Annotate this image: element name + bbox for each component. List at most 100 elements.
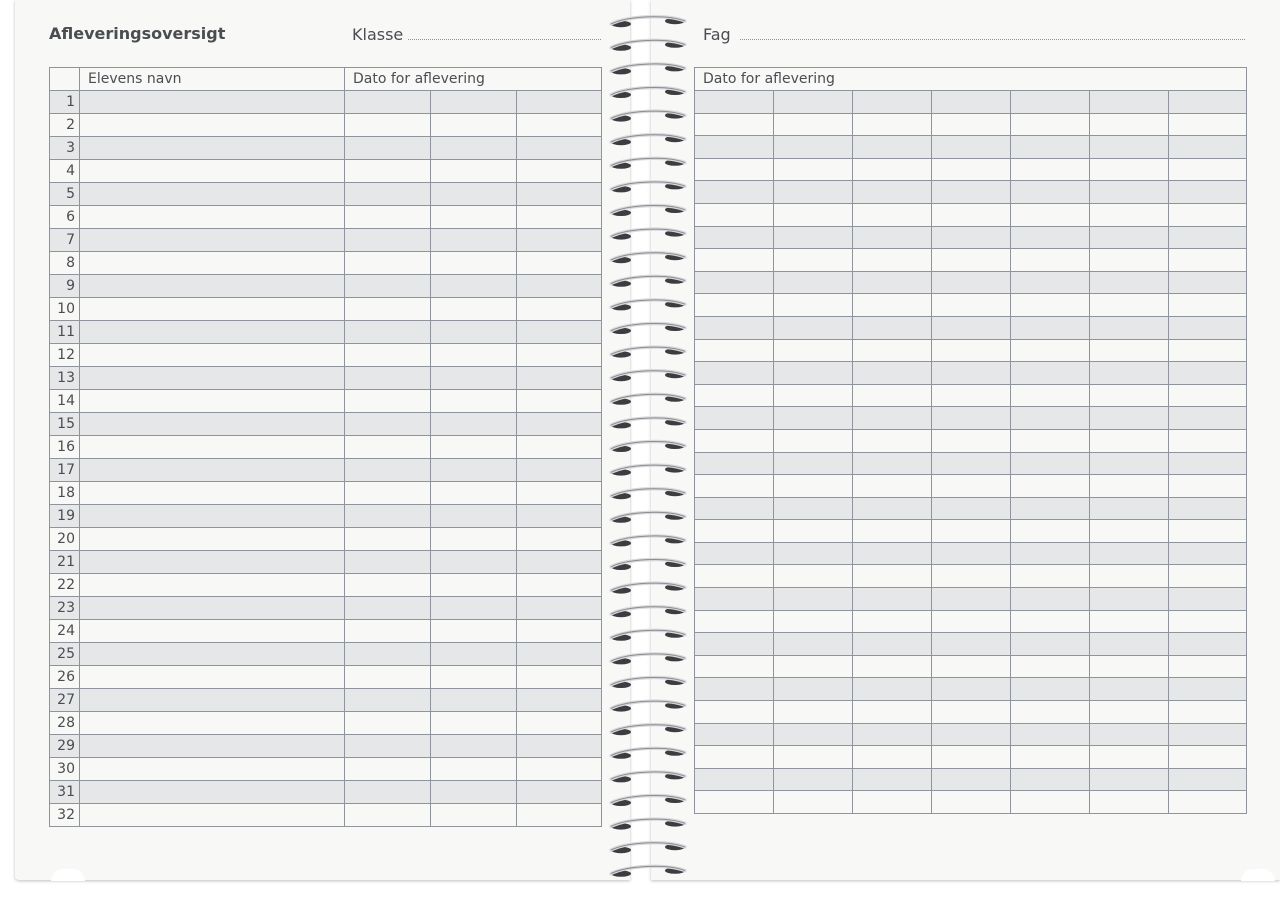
date-cell[interactable] [430,688,517,712]
date-cell[interactable] [852,632,932,656]
class-field[interactable] [408,39,601,40]
date-cell[interactable] [931,383,1011,408]
date-cell[interactable] [852,90,932,114]
date-cell[interactable] [694,541,774,566]
date-cell[interactable] [1167,225,1248,250]
date-cell[interactable] [1167,790,1248,814]
date-cell[interactable] [1089,700,1169,724]
date-cell[interactable] [931,451,1011,476]
student-name-cell[interactable] [79,619,345,643]
date-cell[interactable] [430,136,517,160]
date-cell[interactable] [1089,112,1169,137]
date-cell[interactable] [852,587,932,611]
date-cell[interactable] [1167,745,1248,769]
date-cell[interactable] [1089,270,1169,295]
date-cell[interactable] [1089,677,1169,702]
date-cell[interactable] [1167,248,1248,272]
date-cell[interactable] [773,519,853,543]
date-cell[interactable] [430,228,517,252]
date-cell[interactable] [773,202,853,227]
date-cell[interactable] [1089,202,1169,227]
student-name-cell[interactable] [79,389,345,413]
date-cell[interactable] [1010,338,1090,363]
date-cell[interactable] [931,609,1011,634]
date-cell[interactable] [1010,383,1090,408]
date-cell[interactable] [852,474,932,498]
date-cell[interactable] [344,527,431,551]
student-name-cell[interactable] [79,757,345,781]
date-cell[interactable] [773,406,853,430]
date-cell[interactable] [773,677,853,702]
date-cell[interactable] [1010,248,1090,272]
date-cell[interactable] [430,366,517,390]
date-cell[interactable] [1167,112,1248,137]
date-cell[interactable] [773,248,853,272]
date-cell[interactable] [1010,112,1090,137]
date-cell[interactable] [852,202,932,227]
student-name-cell[interactable] [79,803,345,827]
student-name-cell[interactable] [79,159,345,183]
date-cell[interactable] [931,270,1011,295]
date-cell[interactable] [344,757,431,781]
date-cell[interactable] [931,338,1011,363]
date-cell[interactable] [694,451,774,476]
date-cell[interactable] [773,609,853,634]
date-cell[interactable] [344,320,431,344]
date-cell[interactable] [344,389,431,413]
date-cell[interactable] [344,573,431,597]
date-cell[interactable] [1089,519,1169,543]
date-cell[interactable] [1167,293,1248,317]
date-cell[interactable] [1089,790,1169,814]
date-cell[interactable] [1010,722,1090,747]
date-cell[interactable] [1167,496,1248,521]
date-cell[interactable] [1010,564,1090,589]
date-cell[interactable] [694,677,774,702]
date-cell[interactable] [1010,496,1090,521]
date-cell[interactable] [852,700,932,724]
date-cell[interactable] [1167,406,1248,430]
date-cell[interactable] [344,297,431,321]
date-cell[interactable] [430,711,517,735]
date-cell[interactable] [852,112,932,137]
date-cell[interactable] [515,274,603,298]
date-cell[interactable] [1089,722,1169,747]
date-cell[interactable] [344,481,431,505]
date-cell[interactable] [852,315,932,340]
student-name-cell[interactable] [79,458,345,482]
date-cell[interactable] [694,745,774,769]
date-cell[interactable] [515,297,603,321]
date-cell[interactable] [1167,428,1248,453]
date-cell[interactable] [1167,270,1248,295]
date-cell[interactable] [344,343,431,367]
date-cell[interactable] [773,293,853,317]
date-cell[interactable] [515,642,603,666]
date-cell[interactable] [1010,180,1090,204]
date-cell[interactable] [1010,451,1090,476]
student-name-cell[interactable] [79,596,345,620]
date-cell[interactable] [430,458,517,482]
date-cell[interactable] [773,700,853,724]
date-cell[interactable] [694,609,774,634]
date-cell[interactable] [1010,790,1090,814]
date-cell[interactable] [694,383,774,408]
date-cell[interactable] [430,297,517,321]
student-name-cell[interactable] [79,481,345,505]
date-cell[interactable] [931,745,1011,769]
date-cell[interactable] [694,180,774,204]
date-cell[interactable] [773,632,853,656]
date-cell[interactable] [344,458,431,482]
date-cell[interactable] [773,496,853,521]
date-cell[interactable] [1010,677,1090,702]
date-cell[interactable] [694,428,774,453]
date-cell[interactable] [694,338,774,363]
date-cell[interactable] [773,383,853,408]
date-cell[interactable] [1167,135,1248,159]
date-cell[interactable] [430,780,517,804]
date-cell[interactable] [1089,564,1169,589]
date-cell[interactable] [852,428,932,453]
date-cell[interactable] [1089,587,1169,611]
date-cell[interactable] [430,527,517,551]
date-cell[interactable] [515,113,603,137]
date-cell[interactable] [773,338,853,363]
date-cell[interactable] [430,412,517,436]
